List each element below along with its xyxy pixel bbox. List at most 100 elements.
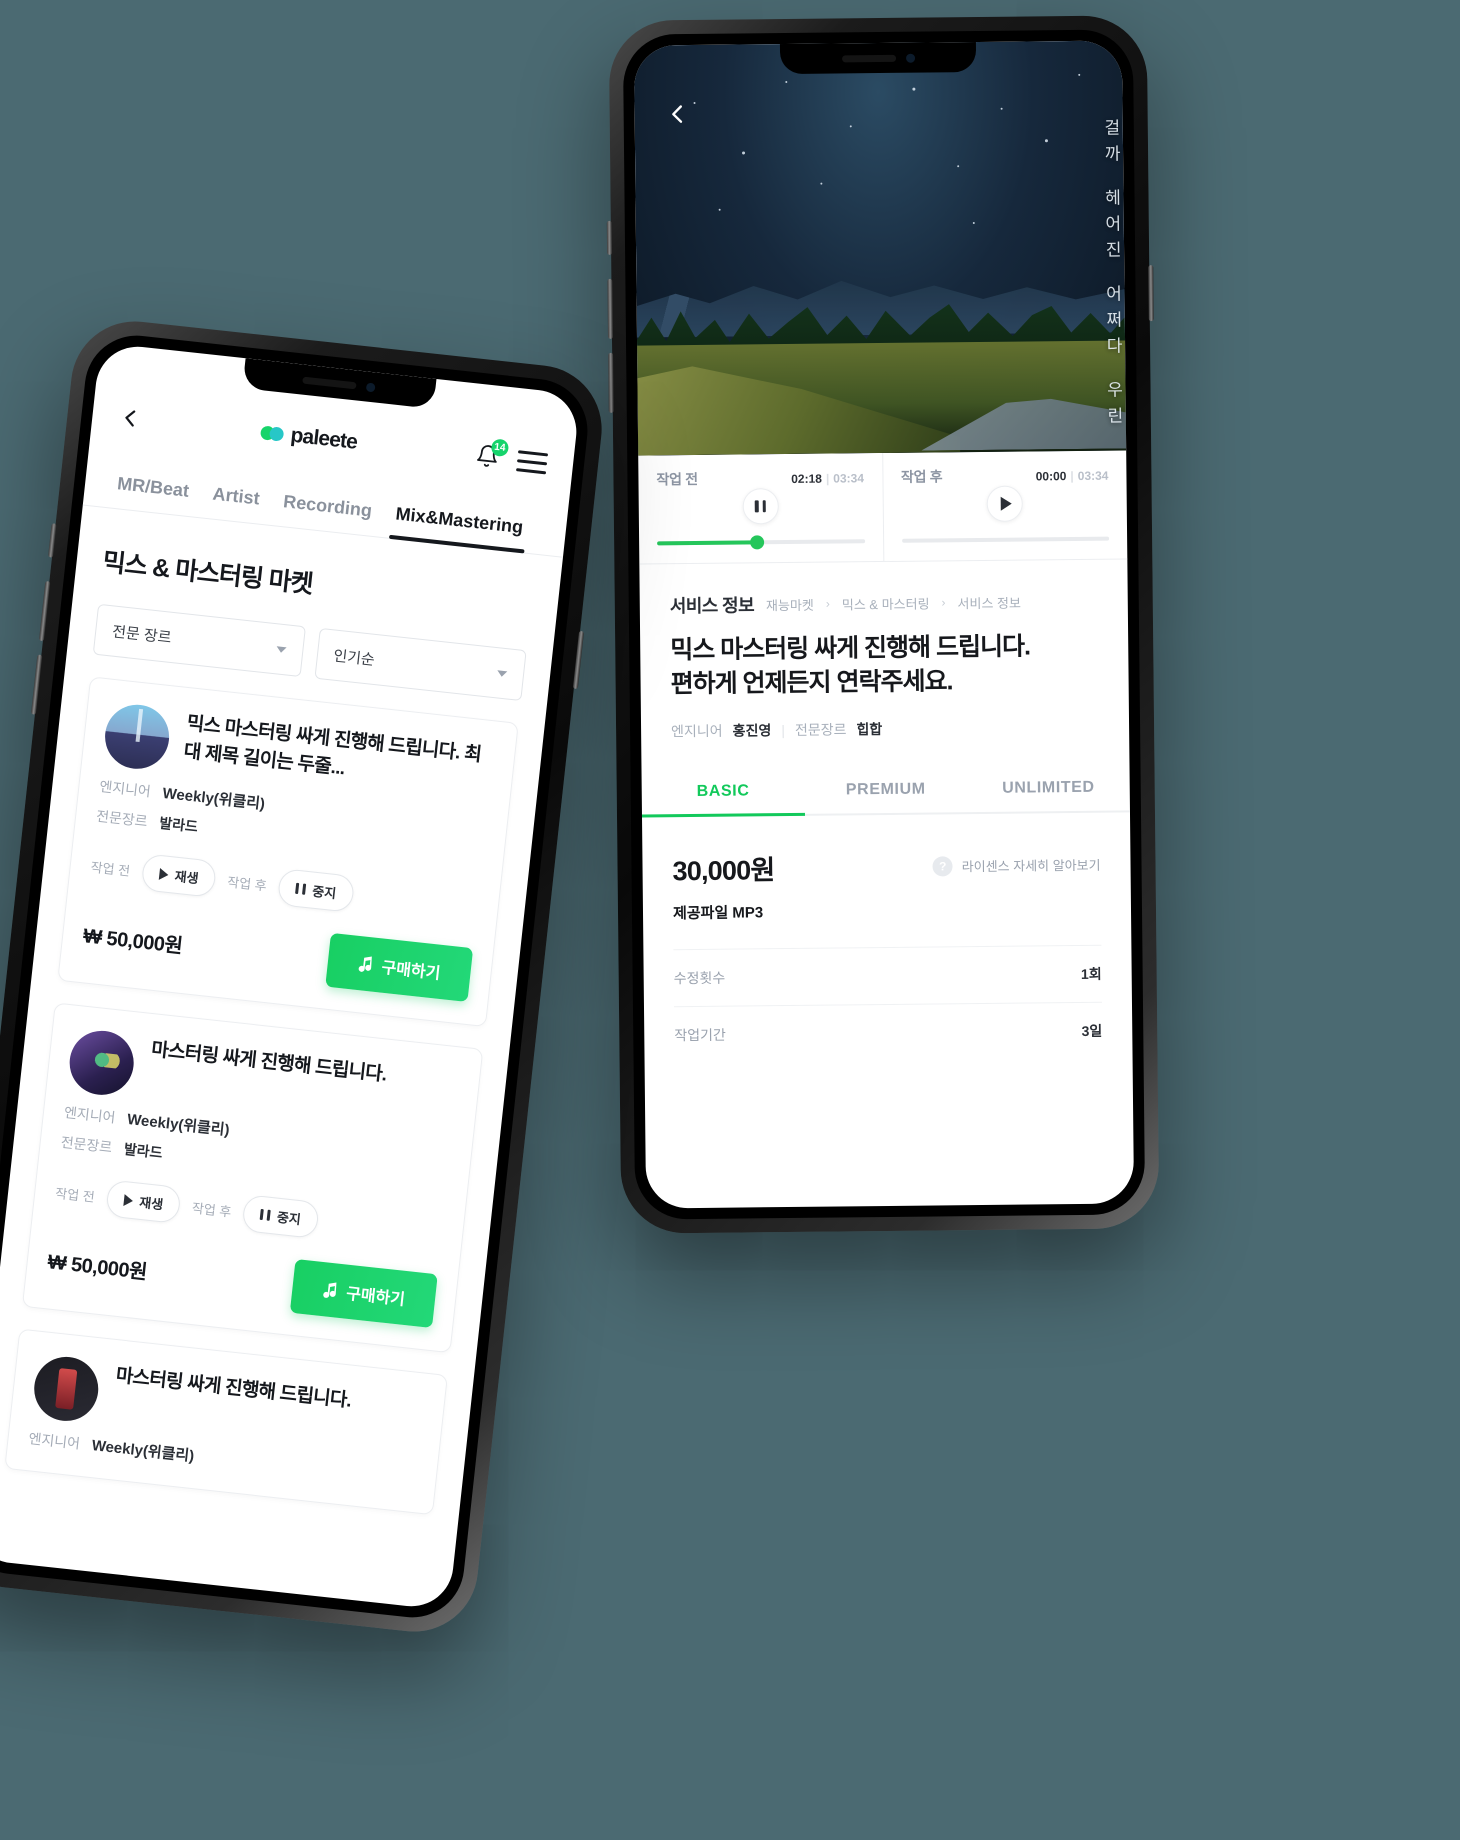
play-label: 재생 <box>173 868 200 887</box>
license-info-link[interactable]: ? 라이센스 자세히 알아보기 <box>932 854 1101 877</box>
engineer-label: 엔지니어 <box>671 722 723 740</box>
player-before-time: 02:18 | 03:34 <box>791 471 864 486</box>
play-label: 재생 <box>138 1194 164 1213</box>
player-before-progress-bar[interactable] <box>657 535 865 550</box>
pause-after-button[interactable]: 중지 <box>276 868 356 913</box>
breadcrumb-current: 서비스 정보 <box>669 595 755 617</box>
play-icon <box>122 1193 134 1207</box>
spec-row: 작업기간 3일 <box>673 1001 1103 1064</box>
license-info-label: 라이센스 자세히 알아보기 <box>961 857 1101 875</box>
hero-lyric-line: 걸까 <box>1100 118 1121 171</box>
player-after-label: 작업 후 <box>900 468 943 485</box>
service-thumbnail <box>66 1027 137 1099</box>
logo-dots-icon <box>260 425 285 442</box>
breadcrumb-separator-icon: › <box>941 595 946 610</box>
buy-label: 구매하기 <box>345 1285 406 1309</box>
phone-list-mockup: paleete 14 MR/Beat Artist Recording Mix& <box>0 314 609 1639</box>
buy-button[interactable]: 구매하기 <box>289 1258 438 1329</box>
chevron-down-icon <box>496 669 508 677</box>
progress-knob[interactable] <box>749 535 764 550</box>
phone-detail-mockup: 걸까 헤어진 어쩌다 우린 작업 전 02:18 | 03:34 작업 후 00… <box>606 15 1160 1234</box>
engineer-label: 엔지니어 <box>63 1103 117 1126</box>
earpiece-speaker <box>302 376 357 389</box>
time-separator: | <box>1070 469 1074 484</box>
time-separator: | <box>825 471 830 486</box>
service-price: ₩ 50,000원 <box>46 1250 148 1284</box>
genre-value: 발라드 <box>158 814 199 835</box>
before-label: 작업 전 <box>54 1185 96 1205</box>
pause-label: 중지 <box>311 883 337 902</box>
price-row: 30,000원 ? 라이센스 자세히 알아보기 <box>642 812 1131 888</box>
after-label: 작업 후 <box>191 1200 233 1220</box>
volume-down-button[interactable] <box>30 654 43 715</box>
music-note-icon <box>358 955 373 972</box>
spec-value: 1회 <box>1080 965 1102 982</box>
list-item[interactable]: 믹스 마스터링 싸게 진행해 드립니다. 최대 제목 길이는 두줄... 엔지니… <box>57 676 519 1028</box>
progress-fill <box>657 540 757 546</box>
spec-key: 수정횟수 <box>673 969 726 987</box>
music-note-icon <box>323 1282 337 1298</box>
genre-label: 전문장르 <box>794 721 847 738</box>
service-title: 믹스 마스터링 싸게 진행해 드립니다. 편하게 언제든지 연락주세요. <box>670 632 1031 698</box>
mute-switch[interactable] <box>47 523 57 558</box>
tab-artist[interactable]: Artist <box>198 466 274 524</box>
genre-value: 발라드 <box>123 1140 164 1161</box>
power-button[interactable] <box>572 630 585 690</box>
pause-icon <box>259 1208 271 1221</box>
breadcrumb: 서비스 정보 재능마켓 › 믹스 & 마스터링 › 서비스 정보 <box>670 588 1098 618</box>
app-logo[interactable]: paleete <box>260 420 359 454</box>
logo-wordmark: paleete <box>289 423 359 454</box>
front-camera <box>905 53 915 63</box>
volume-down-button[interactable] <box>608 352 614 413</box>
play-before-button[interactable]: 재생 <box>140 853 218 898</box>
breadcrumb-link-1[interactable]: 재능마켓 <box>766 594 814 613</box>
player-before-pause-button[interactable] <box>742 488 779 525</box>
player-after-duration: 03:34 <box>1077 468 1109 483</box>
spec-key: 작업기간 <box>674 1026 726 1044</box>
player-after-play-button[interactable] <box>986 485 1024 522</box>
sort-filter-value: 인기순 <box>332 647 376 669</box>
back-chevron-left-icon[interactable] <box>665 101 691 127</box>
pause-label: 중지 <box>276 1209 302 1228</box>
mute-switch[interactable] <box>606 220 613 255</box>
purchase-row: ₩ 50,000원 구매하기 <box>81 906 474 1002</box>
list-item[interactable]: 마스터링 싸게 진행해 드립니다. 엔지니어 Weekly(위클리) <box>4 1328 448 1516</box>
before-label: 작업 전 <box>89 859 131 879</box>
mockup-stage: 걸까 헤어진 어쩌다 우린 작업 전 02:18 | 03:34 작업 후 00… <box>0 0 1460 1840</box>
hamburger-menu-icon[interactable] <box>515 444 549 480</box>
engineer-label: 엔지니어 <box>98 777 152 800</box>
detail-screen: 걸까 헤어진 어쩌다 우린 작업 전 02:18 | 03:34 작업 후 00… <box>633 40 1135 1209</box>
pause-icon <box>754 500 767 513</box>
provided-file: 제공파일 MP3 <box>672 904 764 923</box>
breadcrumb-link-2[interactable]: 믹스 & 마스터링 <box>842 593 930 613</box>
tab-unlimited[interactable]: UNLIMITED <box>967 764 1130 812</box>
chevron-down-icon <box>275 645 287 653</box>
genre-label: 전문장르 <box>95 807 149 830</box>
list-item[interactable]: 마스터링 싸게 진행해 드립니다. 엔지니어 Weekly(위클리) 전문장르 … <box>21 1002 484 1354</box>
player-after-progress-bar[interactable] <box>901 536 1110 543</box>
play-before-button[interactable]: 재생 <box>104 1179 183 1225</box>
tab-basic[interactable]: BASIC <box>642 768 805 816</box>
notifications-button[interactable]: 14 <box>474 438 510 471</box>
header-actions: 14 <box>474 438 549 480</box>
service-thumbnail <box>30 1353 102 1425</box>
service-thumbnail <box>101 701 173 773</box>
power-button[interactable] <box>1148 265 1154 322</box>
tab-mr-beat[interactable]: MR/Beat <box>103 456 204 517</box>
volume-up-button[interactable] <box>38 580 51 642</box>
hero-image: 걸까 헤어진 어쩌다 우린 <box>633 40 1127 456</box>
play-icon <box>1000 496 1013 511</box>
buy-label: 구매하기 <box>380 959 442 983</box>
pause-after-button[interactable]: 중지 <box>241 1194 320 1239</box>
buy-button[interactable]: 구매하기 <box>325 932 474 1002</box>
player-before-duration: 03:34 <box>833 471 865 486</box>
volume-up-button[interactable] <box>607 278 613 339</box>
player-after-current: 00:00 <box>1035 469 1067 484</box>
plan-price: 30,000원 <box>672 855 775 887</box>
list-screen: paleete 14 MR/Beat Artist Recording Mix& <box>0 342 581 1611</box>
back-chevron-left-icon[interactable] <box>117 405 143 431</box>
spec-value: 3일 <box>1081 1022 1103 1039</box>
breadcrumb-link-3[interactable]: 서비스 정보 <box>957 592 1021 612</box>
genre-label: 전문장르 <box>60 1133 113 1156</box>
tab-premium[interactable]: PREMIUM <box>804 766 967 814</box>
